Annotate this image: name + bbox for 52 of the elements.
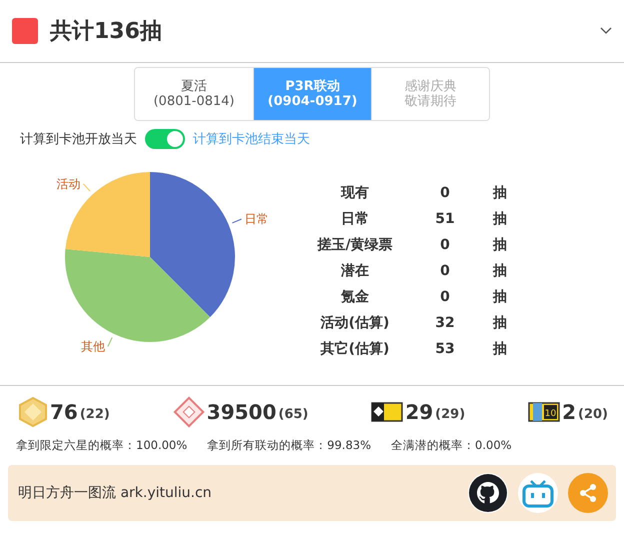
unit-label: 抽	[492, 184, 508, 202]
tv-icon	[521, 478, 555, 508]
toggle-switch[interactable]	[145, 129, 185, 149]
hexagon-icon	[18, 397, 48, 427]
resource-amount: 2	[562, 400, 576, 424]
unit-label: 抽	[492, 262, 508, 280]
ticket-icon	[371, 402, 404, 422]
unit-label: 抽	[492, 314, 508, 332]
source-label: 搓玉/黄绿票	[316, 236, 394, 254]
draw-count: 51	[434, 210, 456, 228]
probability-text: 全满潜的概率：0.00%	[391, 438, 512, 453]
source-label: 活动(估算)	[320, 314, 390, 332]
draw-count: 32	[434, 314, 456, 332]
draw-equivalent: (65)	[278, 406, 308, 422]
unit-label: 抽	[492, 288, 508, 306]
share-button[interactable]	[568, 473, 608, 513]
draw-count: 0	[439, 262, 451, 280]
resource-amount: 29	[405, 400, 434, 424]
resource-amount: 76	[50, 400, 78, 424]
probability-text: 拿到所有联动的概率：99.83%	[207, 438, 372, 453]
resource-amount: 39500	[206, 400, 276, 424]
ticket-icon: 10	[528, 402, 560, 422]
slice-label: 日常	[244, 212, 268, 226]
toggle-label: 计算到卡池结束当天	[193, 131, 310, 148]
github-icon	[468, 473, 508, 513]
github-button[interactable]	[468, 473, 508, 513]
chevron-icon[interactable]	[600, 27, 612, 35]
source-label: 其它(估算)	[320, 340, 390, 358]
unit-label: 抽	[492, 236, 508, 254]
unit-label: 抽	[492, 210, 508, 228]
source-label: 潜在	[340, 262, 370, 280]
site-text: 明日方舟一图流 ark.yituliu.cn	[18, 484, 213, 502]
pool-tab[interactable]: P3R联动 (0904-0917)	[253, 68, 371, 120]
draw-equivalent: (29)	[435, 406, 466, 422]
draw-equivalent: (20)	[578, 406, 608, 422]
draw-equivalent: (22)	[80, 406, 110, 422]
source-label: 氪金	[340, 288, 370, 306]
draw-count: 53	[434, 340, 456, 358]
unit-label: 抽	[492, 340, 508, 358]
slice-label: 活动	[56, 176, 80, 191]
total-title: 共计136抽	[50, 18, 163, 46]
tv-button[interactable]	[518, 473, 558, 513]
probability-text: 拿到限定六星的概率：100.00%	[16, 438, 188, 453]
draw-count: 0	[439, 288, 451, 306]
share-icon	[578, 483, 598, 503]
toggle-label: 计算到卡池开放当天	[20, 131, 137, 148]
draw-count: 0	[439, 236, 451, 254]
source-label: 日常	[340, 210, 370, 228]
draw-count: 0	[439, 184, 451, 202]
status-square	[12, 18, 38, 44]
source-label: 现有	[340, 184, 370, 202]
slice-label: 其他	[80, 340, 105, 354]
